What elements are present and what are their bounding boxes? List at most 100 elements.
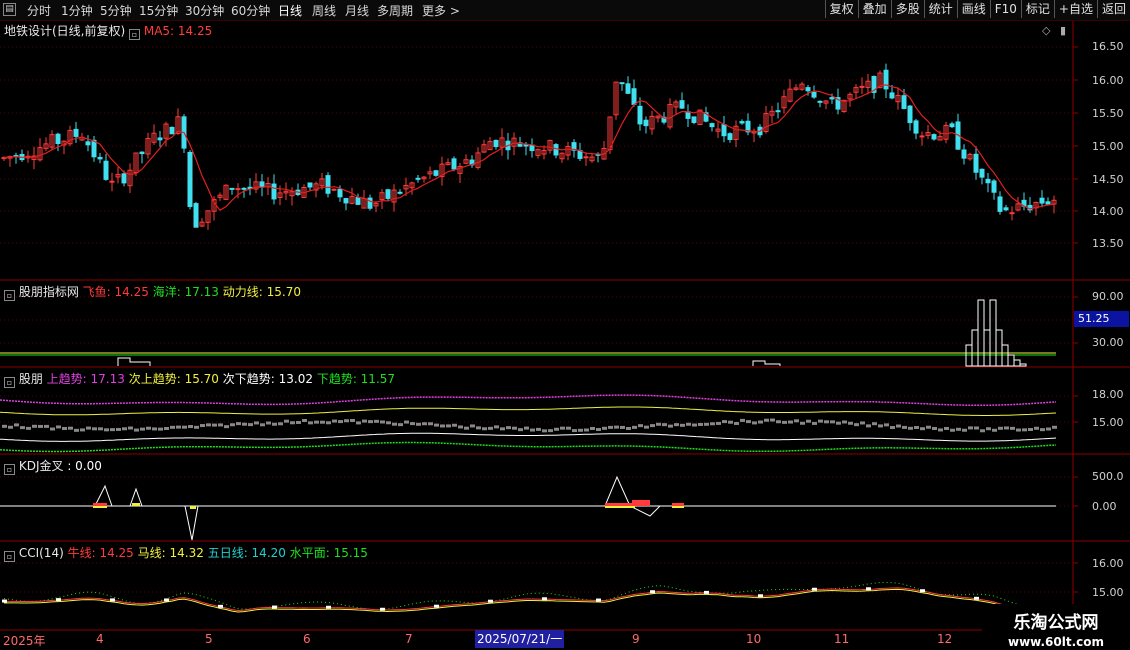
kdj-marker (632, 500, 650, 506)
diamond-icon[interactable]: ◇ (1042, 24, 1050, 37)
trend-block (932, 426, 937, 430)
cci-marker (272, 605, 277, 609)
trend-block (152, 427, 157, 431)
panel-settings-icon[interactable]: ▫ (4, 464, 15, 475)
cci-marker (704, 590, 709, 594)
trend-block (608, 425, 613, 429)
candle-body (709, 123, 715, 128)
cci-marker (974, 596, 979, 600)
candle-body (889, 92, 895, 99)
candle-body (997, 196, 1003, 212)
trend-block (350, 418, 355, 422)
trend-block (80, 428, 85, 432)
panel-settings-icon[interactable]: ▫ (4, 551, 15, 562)
trend-block (548, 429, 553, 433)
trend-block (488, 426, 493, 430)
collapse-icon[interactable]: ▮ (1060, 24, 1066, 37)
cci-marker (920, 589, 925, 593)
trend-block (104, 428, 109, 432)
trend-block (368, 420, 373, 424)
signal-bar (971, 329, 979, 367)
trend-block (434, 423, 439, 427)
trend-block (866, 424, 871, 428)
candle-body (385, 189, 391, 199)
down-trend-line (0, 441, 1057, 453)
signal-bar (1007, 354, 1015, 367)
y-tick: 0.00 (1092, 500, 1117, 513)
trend-block (50, 427, 55, 431)
candle-body (331, 188, 337, 191)
date-label: 4 (96, 632, 104, 646)
trend-block (170, 425, 175, 429)
trend-block (860, 421, 865, 425)
candle-body (979, 168, 985, 178)
candle-body (727, 133, 733, 140)
trend-block (164, 426, 169, 430)
candle-body (103, 160, 109, 180)
candle-body (259, 181, 265, 188)
signal-bar (117, 357, 151, 366)
y-tick: 30.00 (1092, 336, 1124, 349)
candle-body (805, 87, 811, 92)
trend-block (74, 428, 79, 432)
candle-body (985, 178, 991, 184)
candle-body (907, 105, 913, 124)
candle-body (859, 85, 865, 88)
trend-block (692, 423, 697, 427)
trend-block (206, 423, 211, 427)
trend-block (290, 421, 295, 425)
candle-body (961, 149, 967, 159)
candle-body (637, 105, 643, 125)
kdj-marker (672, 503, 684, 506)
trend-block (794, 419, 799, 423)
candle-body (583, 156, 589, 159)
trend-block (1004, 426, 1009, 430)
signal-bar (995, 329, 1003, 367)
candle-body (721, 124, 727, 137)
date-label: 9 (632, 632, 640, 646)
cci-marker (542, 597, 547, 601)
trend-block (938, 428, 943, 432)
candle-body (343, 198, 349, 204)
y-tick: 15.50 (1092, 107, 1124, 120)
candle-body (355, 197, 361, 205)
trend-block (842, 420, 847, 424)
settings-icon[interactable]: ▫ (129, 29, 141, 40)
trend-block (992, 428, 997, 432)
trend-block (338, 420, 343, 424)
trend-block (98, 427, 103, 431)
kdj-marker (132, 503, 140, 506)
panel-settings-icon[interactable]: ▫ (4, 290, 15, 301)
indicator-value-ma: 马线: 14.32 (137, 546, 204, 560)
trend-block (272, 422, 277, 426)
candle-body (739, 121, 745, 124)
trend-block (68, 426, 73, 430)
cci-marker (326, 605, 331, 609)
kdj-line (94, 475, 1056, 541)
main-panel-title: 地铁设计(日线,前复权) ▫ MA5: 14.25 (4, 22, 212, 40)
trend-block (710, 422, 715, 426)
trend-block (614, 425, 619, 429)
trend-block (296, 420, 301, 424)
trend-block (698, 422, 703, 426)
y-tick: 16.00 (1092, 74, 1124, 87)
trend-block (440, 424, 445, 428)
trend-block (1028, 428, 1033, 432)
watermark-title: 乐淘公式网 (1013, 613, 1099, 633)
indicator-panel-2-plot (0, 299, 1056, 367)
signal-bar (977, 299, 985, 367)
trend-block (2, 424, 7, 428)
candle-body (451, 158, 457, 170)
trend-block (818, 419, 823, 423)
candle-body (631, 88, 637, 105)
trend-block (674, 423, 679, 427)
ma5-line (3, 84, 1055, 211)
panel-settings-icon[interactable]: ▫ (4, 377, 15, 388)
y-tick: 16.50 (1092, 40, 1124, 53)
candle-body (337, 188, 343, 198)
trend-block (218, 423, 223, 427)
candle-body (1009, 212, 1015, 215)
candlestick-layer (1, 63, 1057, 230)
cci-marker (380, 607, 385, 611)
candle-body (901, 95, 907, 109)
